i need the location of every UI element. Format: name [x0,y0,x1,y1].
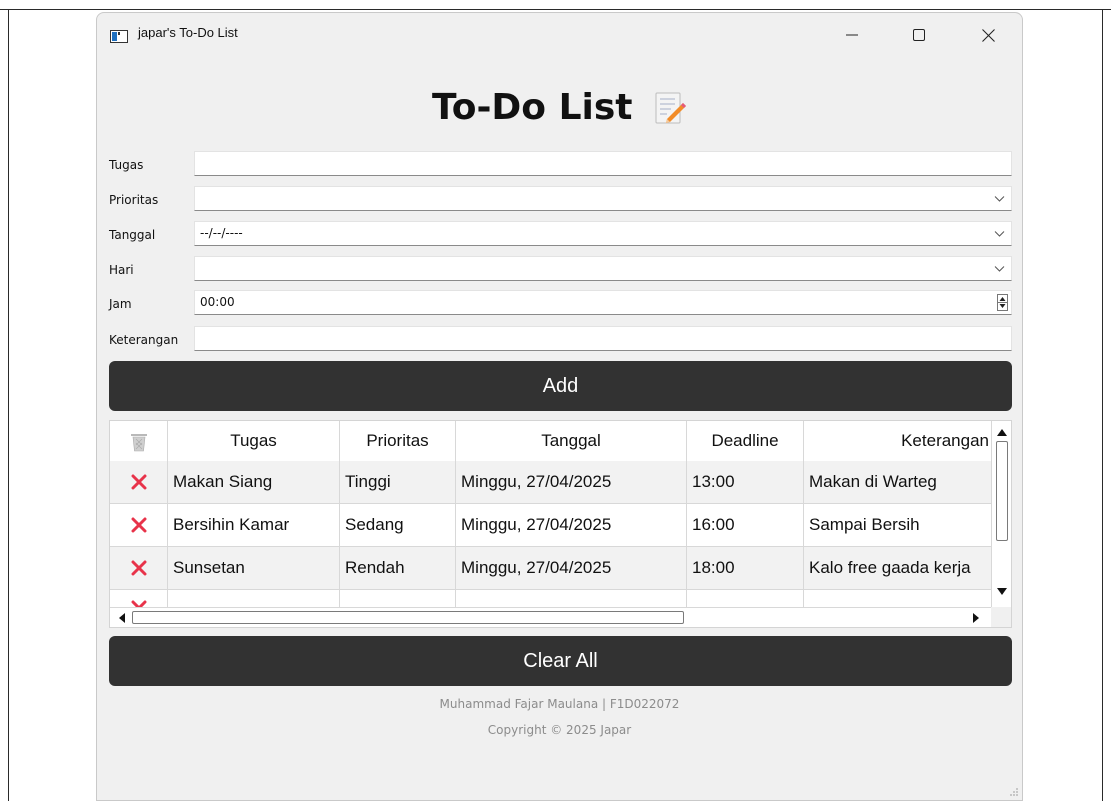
jam-time-value: 00:00 [200,295,235,309]
frame-border-right [1102,9,1103,801]
delete-row-button[interactable] [110,461,168,503]
time-spinner[interactable] [997,294,1008,311]
clear-all-button[interactable]: Clear All [109,636,1012,686]
prioritas-select[interactable] [194,186,1012,211]
cell-deadline[interactable]: 18:00 [687,547,804,589]
page-title-text: To-Do List [431,87,633,128]
header-delete-column [110,421,168,461]
cell-tanggal[interactable] [456,590,687,607]
cell-tugas[interactable] [168,590,340,607]
delete-row-button[interactable] [110,504,168,546]
jam-time-field[interactable]: 00:00 [194,290,1012,315]
cell-keterangan[interactable]: Kalo free gaada kerja [804,547,991,589]
app-window: japar's To-Do List To-Do List Tugas Prio… [96,12,1023,801]
cell-tanggal[interactable]: Minggu, 27/04/2025 [456,504,687,546]
scroll-left-icon [119,613,125,623]
cell-prioritas[interactable]: Tinggi [340,461,456,503]
cell-tugas[interactable]: Sunsetan [168,547,340,589]
close-icon [131,517,146,533]
chevron-down-icon [994,196,1005,202]
tugas-label: Tugas [109,158,144,172]
cell-deadline[interactable] [687,590,804,607]
column-header-prioritas[interactable]: Prioritas [340,421,456,461]
jam-label: Jam [109,297,132,311]
cell-tanggal[interactable]: Minggu, 27/04/2025 [456,547,687,589]
close-icon [981,28,995,42]
column-header-tugas[interactable]: Tugas [168,421,340,461]
cell-prioritas[interactable]: Sedang [340,504,456,546]
tugas-input[interactable] [194,151,1012,176]
window-title: japar's To-Do List [138,25,238,40]
footer-copyright: Copyright © 2025 Japar [487,723,632,737]
delete-row-button[interactable] [110,547,168,589]
column-header-deadline[interactable]: Deadline [687,421,804,461]
cell-tugas[interactable]: Makan Siang [168,461,340,503]
maximize-button[interactable] [896,13,942,57]
cell-deadline[interactable]: 13:00 [687,461,804,503]
close-button[interactable] [965,13,1011,57]
spinner-arrows-icon [998,297,1007,308]
cell-prioritas[interactable]: Rendah [340,547,456,589]
chevron-down-icon [994,231,1005,237]
table-row: Sunsetan Rendah Minggu, 27/04/2025 18:00… [110,547,991,590]
maximize-icon [913,29,925,41]
tanggal-label: Tanggal [109,228,156,242]
scroll-down-icon [997,588,1007,595]
tanggal-date-value: --/--/---- [200,226,243,240]
table-row-partial [110,590,991,607]
close-icon [131,560,146,576]
keterangan-input[interactable] [194,326,1012,351]
chevron-down-icon [994,266,1005,272]
cell-keterangan[interactable]: Sampai Bersih [804,504,991,546]
column-header-tanggal[interactable]: Tanggal [456,421,687,461]
table-row: Makan Siang Tinggi Minggu, 27/04/2025 13… [110,461,991,504]
minimize-button[interactable] [829,13,875,57]
minimize-icon [846,34,858,36]
scrollbar-corner [991,607,1011,627]
vertical-scrollbar[interactable] [991,421,1011,607]
cell-tanggal[interactable]: Minggu, 27/04/2025 [456,461,687,503]
todo-table: Tugas Prioritas Tanggal Deadline Keteran… [109,420,1012,628]
cell-keterangan[interactable]: Makan di Warteg [804,461,991,503]
trash-icon [130,433,147,451]
cell-deadline[interactable]: 16:00 [687,504,804,546]
vertical-scroll-thumb[interactable] [996,441,1008,541]
horizontal-scroll-thumb[interactable] [132,611,684,624]
memo-icon [653,91,687,134]
cell-prioritas[interactable] [340,590,456,607]
title-bar[interactable]: japar's To-Do List [97,13,1022,57]
tanggal-date-field[interactable]: --/--/---- [194,221,1012,246]
keterangan-label: Keterangan [109,333,179,347]
table-row: Bersihin Kamar Sedang Minggu, 27/04/2025… [110,504,991,547]
add-button[interactable]: Add [109,361,1012,411]
delete-row-button[interactable] [110,590,168,607]
horizontal-scrollbar[interactable] [110,607,991,627]
hari-label: Hari [109,263,134,277]
cell-keterangan[interactable] [804,590,991,607]
cell-tugas[interactable]: Bersihin Kamar [168,504,340,546]
scroll-up-icon [997,429,1007,436]
close-icon [131,600,147,607]
app-window-icon [110,28,128,43]
resize-grip-icon[interactable] [1009,787,1019,797]
footer-author: Muhammad Fajar Maulana | F1D022072 [439,697,680,711]
frame-border-left [8,9,9,801]
frame-border-top [0,9,1111,10]
prioritas-label: Prioritas [109,193,159,207]
page-title: To-Do List [97,87,1022,134]
close-icon [131,474,146,490]
hari-select[interactable] [194,256,1012,281]
column-header-keterangan[interactable]: Keterangan [804,421,991,461]
scroll-right-icon [973,613,979,623]
table-header: Tugas Prioritas Tanggal Deadline Keteran… [110,421,991,462]
